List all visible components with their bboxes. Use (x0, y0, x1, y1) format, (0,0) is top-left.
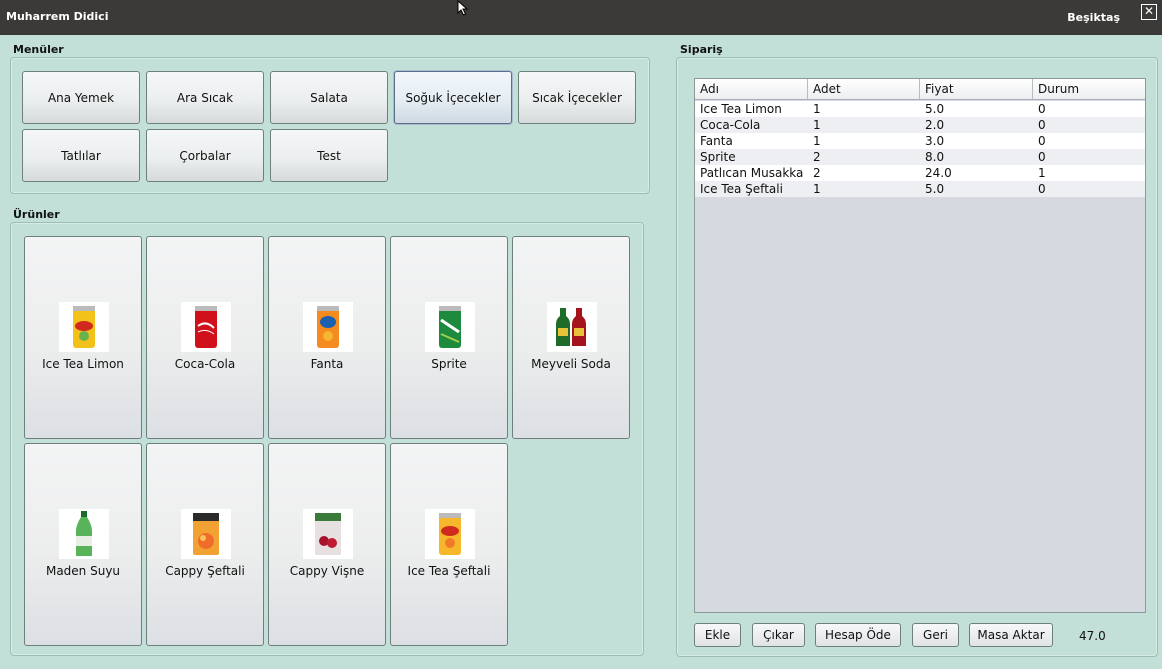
cell-price: 24.0 (925, 166, 952, 180)
cell-quantity: 1 (813, 118, 821, 132)
fanta-can-icon (303, 302, 353, 352)
add-button[interactable]: Ekle (694, 623, 741, 647)
menu-button-corbalar[interactable]: Çorbalar (146, 129, 264, 182)
product-button-sprite[interactable]: Sprite (390, 236, 508, 439)
product-label: Cappy Şeftali (165, 564, 245, 578)
cell-quantity: 1 (813, 134, 821, 148)
product-label: Coca-Cola (174, 357, 236, 371)
cell-status: 0 (1038, 150, 1046, 164)
menu-button-soguk-icecekler[interactable]: Soğuk İçecekler (394, 71, 512, 124)
column-header-name[interactable]: Adı (695, 79, 808, 99)
cell-name: Patlıcan Musakka (700, 166, 804, 180)
menu-button-label: Tatlılar (61, 148, 101, 163)
product-label: Sprite (431, 357, 467, 371)
menu-button-sicak-icecekler[interactable]: Sıcak İçecekler (518, 71, 636, 124)
product-label: Maden Suyu (45, 564, 121, 578)
menu-button-label: Sıcak İçecekler (532, 90, 622, 105)
cell-quantity: 1 (813, 102, 821, 116)
cell-name: Coca-Cola (700, 118, 761, 132)
menu-button-tatlilar[interactable]: Tatlılar (22, 129, 140, 182)
menu-button-label: Ara Sıcak (176, 90, 234, 105)
product-button-ice-tea-seftali[interactable]: Ice Tea Şeftali (390, 443, 508, 646)
cell-status: 0 (1038, 182, 1046, 196)
column-header-quantity[interactable]: Adet (808, 79, 920, 99)
menu-button-label: Soğuk İçecekler (405, 90, 501, 105)
cell-name: Ice Tea Limon (700, 102, 782, 116)
menu-button-salata[interactable]: Salata (270, 71, 388, 124)
menus-label: Menüler (13, 43, 64, 56)
product-label: Fanta (310, 357, 344, 371)
product-label: Cappy Vişne (289, 564, 365, 578)
menu-button-label: Ana Yemek (47, 90, 115, 105)
cell-quantity: 2 (813, 150, 821, 164)
location-name: Beşiktaş (1067, 11, 1120, 24)
product-button-cappy-visne[interactable]: Cappy Vişne (268, 443, 386, 646)
cell-price: 2.0 (925, 118, 945, 132)
menu-button-label: Salata (310, 90, 348, 105)
cell-price: 5.0 (925, 102, 945, 116)
cell-status: 0 (1038, 118, 1046, 132)
cell-price: 3.0 (925, 134, 945, 148)
menu-button-ana-yemek[interactable]: Ana Yemek (22, 71, 140, 124)
cell-quantity: 1 (813, 182, 821, 196)
close-icon[interactable]: ✕ (1141, 4, 1157, 20)
ice-tea-lemon-can-icon (59, 302, 109, 352)
title-bar: Muharrem Didici Beşiktaş ✕ (0, 0, 1162, 35)
mouse-cursor-icon (457, 0, 469, 16)
cell-name: Fanta (700, 134, 733, 148)
coca-cola-can-icon (181, 302, 231, 352)
back-button[interactable]: Geri (912, 623, 959, 647)
products-label: Ürünler (13, 208, 60, 221)
table-row[interactable]: Ice Tea Limon 1 5.0 0 (695, 101, 1145, 117)
menu-button-label: Çorbalar (179, 148, 231, 163)
remove-button[interactable]: Çıkar (752, 623, 805, 647)
cell-name: Sprite (700, 150, 736, 164)
product-button-coca-cola[interactable]: Coca-Cola (146, 236, 264, 439)
product-button-maden-suyu[interactable]: Maden Suyu (24, 443, 142, 646)
mineral-water-bottle-icon (59, 509, 109, 559)
cell-status: 0 (1038, 134, 1046, 148)
product-button-fanta[interactable]: Fanta (268, 236, 386, 439)
ice-tea-peach-can-icon (425, 509, 475, 559)
table-row[interactable]: Coca-Cola 1 2.0 0 (695, 117, 1145, 133)
order-table-header: Adı Adet Fiyat Durum (695, 79, 1145, 100)
product-label: Meyveli Soda (531, 357, 611, 371)
cappy-cherry-icon (303, 509, 353, 559)
product-label: Ice Tea Limon (42, 357, 124, 371)
order-table[interactable]: Adı Adet Fiyat Durum Ice Tea Limon 1 5.0… (694, 78, 1146, 613)
column-header-price[interactable]: Fiyat (920, 79, 1033, 99)
product-label: Ice Tea Şeftali (407, 564, 491, 578)
pay-bill-button[interactable]: Hesap Öde (815, 623, 901, 647)
cell-quantity: 2 (813, 166, 821, 180)
product-button-ice-tea-limon[interactable]: Ice Tea Limon (24, 236, 142, 439)
fruit-soda-bottles-icon (547, 302, 597, 352)
cell-name: Ice Tea Şeftali (700, 182, 783, 196)
table-row[interactable]: Patlıcan Musakka 2 24.0 1 (695, 165, 1145, 181)
cell-status: 1 (1038, 166, 1046, 180)
menu-button-label: Test (317, 148, 341, 163)
table-row[interactable]: Sprite 2 8.0 0 (695, 149, 1145, 165)
menu-button-ara-sicak[interactable]: Ara Sıcak (146, 71, 264, 124)
sprite-can-icon (425, 302, 475, 352)
cell-status: 0 (1038, 102, 1046, 116)
order-total: 47.0 (1079, 629, 1106, 643)
user-name: Muharrem Didici (6, 10, 109, 23)
menu-button-test[interactable]: Test (270, 129, 388, 182)
transfer-table-button[interactable]: Masa Aktar (969, 623, 1053, 647)
product-button-meyveli-soda[interactable]: Meyveli Soda (512, 236, 630, 439)
product-button-cappy-seftali[interactable]: Cappy Şeftali (146, 443, 264, 646)
table-row[interactable]: Ice Tea Şeftali 1 5.0 0 (695, 181, 1145, 197)
cell-price: 8.0 (925, 150, 945, 164)
column-header-status[interactable]: Durum (1033, 79, 1145, 99)
order-label: Sipariş (680, 43, 723, 56)
cell-price: 5.0 (925, 182, 945, 196)
cappy-peach-icon (181, 509, 231, 559)
table-row[interactable]: Fanta 1 3.0 0 (695, 133, 1145, 149)
